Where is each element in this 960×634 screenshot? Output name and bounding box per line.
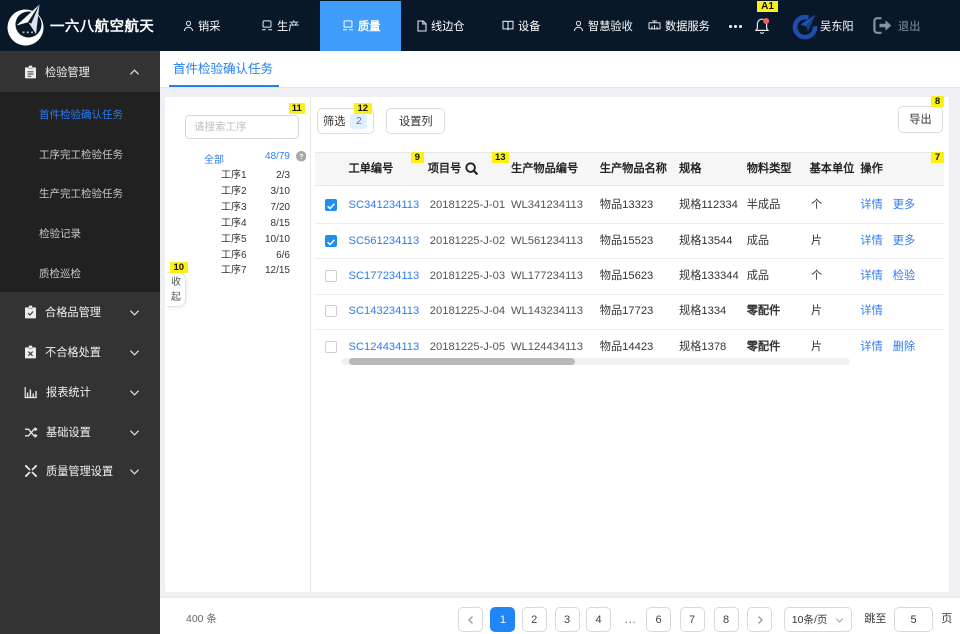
svg-text:?: ?: [298, 152, 303, 161]
